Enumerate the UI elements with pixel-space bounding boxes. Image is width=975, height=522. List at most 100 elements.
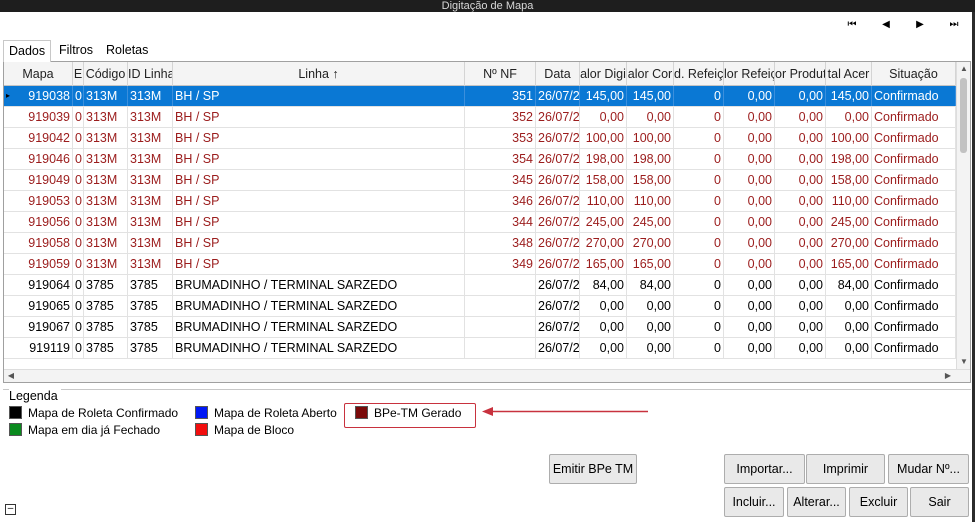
tab-roletas[interactable]: Roletas	[101, 40, 153, 62]
column-header-col-e[interactable]: E	[73, 62, 84, 86]
incluir-button[interactable]: Incluir...	[724, 487, 784, 517]
collapse-icon[interactable]: –	[5, 504, 16, 515]
table-row[interactable]: 919053 0 313M 313M BH / SP 346 26/07/2 110,00 11…	[4, 191, 956, 212]
table-cell: 165,00	[580, 254, 627, 274]
column-header-col-data[interactable]: Data	[536, 62, 580, 86]
table-cell: 919046	[4, 149, 73, 169]
table-row[interactable]: 919119 0 3785 3785 BRUMADINHO / TERMINAL SAR…	[4, 338, 956, 359]
alterar-button[interactable]: Alterar...	[787, 487, 846, 517]
column-header-col-linha[interactable]: Linha ↑	[173, 62, 465, 86]
table-cell: 26/07/2	[536, 275, 580, 295]
table-cell: 313M	[84, 191, 128, 211]
column-header-col-total-acerto[interactable]: tal Acer	[826, 62, 872, 86]
table-cell: 313M	[84, 107, 128, 127]
table-cell: 0	[674, 128, 724, 148]
column-header-col-valor-refeicao[interactable]: lor Refeiç	[724, 62, 775, 86]
table-cell: 0,00	[627, 296, 674, 316]
table-cell: 198,00	[580, 149, 627, 169]
table-cell: 313M	[128, 128, 173, 148]
table-cell: 0	[674, 338, 724, 358]
mudar-numero-button[interactable]: Mudar Nº...	[888, 454, 969, 484]
table-row[interactable]: 919059 0 313M 313M BH / SP 349 26/07/2 165,00 16…	[4, 254, 956, 275]
scroll-down-icon[interactable]: ▼	[958, 356, 970, 368]
table-cell: BH / SP	[173, 149, 465, 169]
table-cell: 0,00	[775, 170, 826, 190]
column-header-col-nf[interactable]: Nº NF	[465, 62, 536, 86]
table-cell: 919058	[4, 233, 73, 253]
first-record-button[interactable]: ⏮	[843, 18, 861, 32]
tab-dados[interactable]: Dados	[3, 40, 52, 62]
imprimir-button[interactable]: Imprimir	[806, 454, 885, 484]
table-cell: 0	[73, 275, 84, 295]
table-row[interactable]: 919067 0 3785 3785 BRUMADINHO / TERMINAL SAR…	[4, 317, 956, 338]
scroll-up-icon[interactable]: ▲	[958, 63, 970, 75]
table-cell: 919039	[4, 107, 73, 127]
column-header-col-valor-correto[interactable]: alor Cor	[627, 62, 674, 86]
table-cell: 110,00	[580, 191, 627, 211]
horizontal-scrollbar[interactable]: ◀ ▶	[4, 369, 970, 382]
table-cell: BH / SP	[173, 86, 465, 106]
table-cell: 0,00	[775, 254, 826, 274]
table-cell: Confirmado	[872, 233, 956, 253]
table-cell	[465, 338, 536, 358]
table-row[interactable]: ▸ 919038 0 313M 313M BH / SP 351 26/07/2 145,00 1…	[4, 86, 956, 107]
scroll-left-icon[interactable]: ◀	[5, 370, 17, 382]
table-cell: 0,00	[627, 338, 674, 358]
table-row[interactable]: 919039 0 313M 313M BH / SP 352 26/07/2 0,00 0,00…	[4, 107, 956, 128]
table-cell: 0,00	[775, 338, 826, 358]
table-cell: 0	[73, 254, 84, 274]
table-row[interactable]: 919065 0 3785 3785 BRUMADINHO / TERMINAL SAR…	[4, 296, 956, 317]
vertical-scroll-thumb[interactable]	[960, 78, 967, 153]
table-cell: BRUMADINHO / TERMINAL SARZEDO	[173, 317, 465, 337]
table-row[interactable]: 919064 0 3785 3785 BRUMADINHO / TERMINAL SAR…	[4, 275, 956, 296]
table-cell: 26/07/2	[536, 296, 580, 316]
table-row[interactable]: 919056 0 313M 313M BH / SP 344 26/07/2 245,00 24…	[4, 212, 956, 233]
column-header-col-valor-produto[interactable]: or Produt	[775, 62, 826, 86]
column-header-col-qtd-refeicao[interactable]: d. Refeiç	[674, 62, 724, 86]
tab-filtros[interactable]: Filtros	[54, 40, 98, 62]
table-cell: 26/07/2	[536, 317, 580, 337]
scroll-right-icon[interactable]: ▶	[942, 370, 954, 382]
table-row[interactable]: 919046 0 313M 313M BH / SP 354 26/07/2 198,00 19…	[4, 149, 956, 170]
next-record-button[interactable]: ▶	[911, 18, 929, 32]
table-cell: 313M	[84, 254, 128, 274]
table-cell: Confirmado	[872, 191, 956, 211]
table-row[interactable]: 919049 0 313M 313M BH / SP 345 26/07/2 158,00 15…	[4, 170, 956, 191]
table-cell: 313M	[84, 128, 128, 148]
table-cell: 313M	[84, 86, 128, 106]
last-record-button[interactable]: ⏭	[945, 18, 963, 32]
column-header-col-valor-digitado[interactable]: alor Digi	[580, 62, 627, 86]
table-cell: 0,00	[775, 275, 826, 295]
table-cell: 26/07/2	[536, 233, 580, 253]
table-cell: 348	[465, 233, 536, 253]
table-cell: 919067	[4, 317, 73, 337]
column-header-col-mapa[interactable]: Mapa	[4, 62, 73, 86]
table-cell: 3785	[128, 296, 173, 316]
table-row[interactable]: 919042 0 313M 313M BH / SP 353 26/07/2 100,00 10…	[4, 128, 956, 149]
table-cell: 0,00	[724, 338, 775, 358]
table-cell: 198,00	[826, 149, 872, 169]
table-cell: 0	[73, 317, 84, 337]
table-cell: 0,00	[627, 317, 674, 337]
table-cell: 26/07/2	[536, 191, 580, 211]
highlight-box	[344, 403, 476, 428]
column-header-col-situacao[interactable]: Situação	[872, 62, 956, 86]
table-cell: 0	[674, 107, 724, 127]
table-cell: 0,00	[724, 212, 775, 232]
table-row[interactable]: 919058 0 313M 313M BH / SP 348 26/07/2 270,00 27…	[4, 233, 956, 254]
table-cell: 0	[674, 170, 724, 190]
vertical-scrollbar[interactable]: ▲ ▼	[956, 62, 970, 370]
prev-record-button[interactable]: ◀	[877, 18, 895, 32]
table-cell: 3785	[128, 338, 173, 358]
table-cell: 26/07/2	[536, 338, 580, 358]
sair-button[interactable]: Sair	[910, 487, 969, 517]
table-cell: 313M	[128, 107, 173, 127]
column-header-col-id-linha[interactable]: ID Linha	[128, 62, 173, 86]
table-cell: 313M	[128, 233, 173, 253]
importar-button[interactable]: Importar...	[724, 454, 805, 484]
emitir-bpe-tm-button[interactable]: Emitir BPe TM	[549, 454, 637, 484]
table-cell: 0	[73, 338, 84, 358]
excluir-button[interactable]: Excluir	[849, 487, 908, 517]
table-cell: 346	[465, 191, 536, 211]
column-header-col-codigo[interactable]: Código	[84, 62, 128, 86]
